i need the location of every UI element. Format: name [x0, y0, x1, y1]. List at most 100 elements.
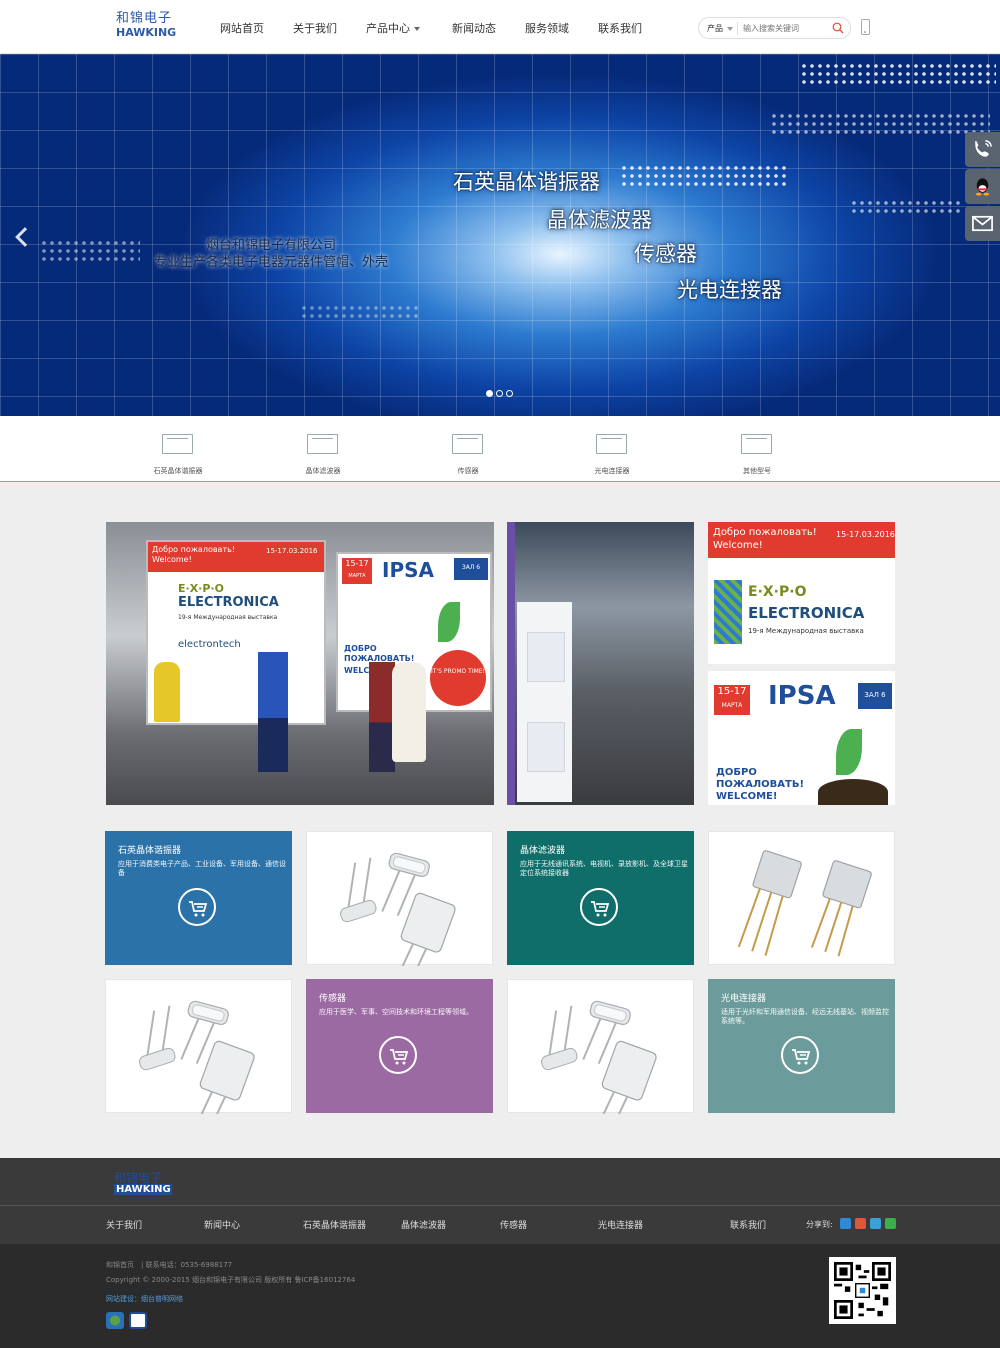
- site-header: 和锦电子 HAWKING 网站首页 关于我们 产品中心 新闻动态 服务领域 联系…: [0, 0, 1000, 54]
- chevron-down-icon: [727, 26, 733, 31]
- product-image-crystal[interactable]: [306, 831, 493, 990]
- cart-button[interactable]: [379, 1036, 417, 1074]
- product-title: 传感器: [319, 994, 347, 1004]
- footer-link-filter[interactable]: 晶体滤波器: [401, 1218, 446, 1231]
- category-connector[interactable]: 光电连接器: [567, 416, 657, 482]
- category-bar: 石英晶体谐振器 晶体滤波器 传感器 光电连接器 其他型号: [0, 416, 1000, 482]
- expo-pattern: [714, 580, 742, 644]
- product-card-connector[interactable]: 光电连接器 适用于光纤和军用通信设备、经远无线基站、视频监控系统等。: [708, 979, 895, 1113]
- cart-button[interactable]: [781, 1036, 819, 1074]
- nav-contact[interactable]: 联系我们: [598, 20, 642, 36]
- footer-builder[interactable]: 网站建设：烟台普明网络: [106, 1294, 183, 1304]
- category-sensor[interactable]: 传感器: [423, 416, 513, 482]
- nav-services[interactable]: 服务领域: [525, 20, 569, 36]
- banner-dots: [40, 239, 140, 261]
- float-qq-button[interactable]: [965, 169, 1000, 204]
- person-figure: [258, 652, 288, 772]
- category-resonator[interactable]: 石英晶体谐振器: [133, 416, 223, 482]
- search-input[interactable]: [743, 21, 823, 36]
- product-card-filter[interactable]: 晶体滤波器 应用于无线通讯系统、电视机、录放影机、及全球卫星定位系统接收器: [507, 831, 694, 965]
- nav-products-label: 产品中心: [366, 22, 410, 35]
- ipsa-ru: ДОБРО ПОЖАЛОВАТЬ!: [716, 767, 805, 790]
- product-card-sensor[interactable]: 传感器 应用于医学、军事、空间技术和环境工程等领域。: [306, 979, 493, 1113]
- nav-home[interactable]: 网站首页: [220, 20, 264, 36]
- site-logo[interactable]: 和锦电子 HAWKING: [116, 12, 176, 40]
- expo-label: E·X·P·O: [178, 582, 224, 595]
- product-card-resonator[interactable]: 石英晶体谐振器 应用于消费类电子产品、工业设备、军用设备、通信设备: [105, 831, 292, 965]
- expo-greeting: Добро пожаловать!: [152, 545, 236, 554]
- qzone-share-icon[interactable]: [840, 1218, 851, 1229]
- footer-link-news[interactable]: 新闻中心: [204, 1218, 240, 1231]
- hero-banner: 烟台和锦电子有限公司 专业生产各类电子电器元器件管帽、外壳 石英晶体谐振器 晶体…: [0, 54, 1000, 416]
- police-badge-icon[interactable]: [106, 1312, 124, 1329]
- nav-products[interactable]: 产品中心: [366, 20, 420, 36]
- qq-icon: [975, 178, 990, 196]
- expo-closeup-photo[interactable]: Добро пожаловать! Welcome! 15-17.03.2016…: [708, 522, 895, 664]
- category-other[interactable]: 其他型号: [712, 416, 802, 482]
- product-image-filter[interactable]: [708, 831, 895, 965]
- product-title: 石英晶体谐振器: [118, 846, 182, 856]
- category-icon: [741, 434, 772, 454]
- expo-photo-main[interactable]: Добро пожаловать! Welcome! 15-17.03.2016…: [106, 522, 494, 805]
- footer-contact-line: 和锦首页 | 联系电话：0535-6988177: [106, 1261, 233, 1269]
- product-title: 晶体滤波器: [520, 846, 566, 856]
- footer-link-resonator[interactable]: 石英晶体谐振器: [303, 1218, 366, 1231]
- cart-icon: [590, 901, 609, 918]
- category-icon: [162, 434, 193, 454]
- expo-hall-photo[interactable]: [507, 522, 694, 805]
- cart-button[interactable]: [178, 888, 216, 926]
- ipsa-month: МАРТА: [348, 573, 366, 579]
- float-mail-button[interactable]: [965, 206, 1000, 241]
- footer-logo[interactable]: 和锦电子 HAWKING: [114, 1172, 174, 1199]
- footer-link-about[interactable]: 关于我们: [106, 1218, 142, 1231]
- nav-about[interactable]: 关于我们: [293, 20, 337, 36]
- footer-copyright: Copyright © 2000-2015 烟台和锦电子有限公司 版权所有 鲁I…: [106, 1276, 356, 1284]
- cart-button[interactable]: [580, 888, 618, 926]
- footer-logo-en: HAWKING: [114, 1184, 172, 1195]
- float-phone-button[interactable]: [965, 132, 1000, 167]
- banner-dots: [850, 199, 960, 217]
- category-filter[interactable]: 晶体滤波器: [278, 416, 368, 482]
- footer-builder-label: 网站建设：: [106, 1295, 141, 1303]
- cart-icon: [188, 901, 207, 918]
- person-figure: [392, 662, 426, 762]
- soil: [818, 779, 888, 805]
- product-title: 光电连接器: [721, 994, 767, 1004]
- verify-badge-icon[interactable]: [129, 1312, 147, 1329]
- expo-greeting: Добро пожаловать!: [713, 527, 817, 538]
- search-category-select[interactable]: 产品: [707, 23, 733, 34]
- product-image-crystal[interactable]: [507, 979, 694, 1138]
- ipsa-promo: IT'S PROMO TIME!: [430, 650, 486, 706]
- ipsa-name: IPSA: [768, 681, 836, 711]
- mobile-icon[interactable]: [861, 19, 870, 35]
- ipsa-closeup-photo[interactable]: 15-17 МАРТА IPSA ЗАЛ 6 ДОБРО ПОЖАЛОВАТЬ! …: [708, 671, 895, 805]
- search-icon[interactable]: [832, 22, 844, 34]
- banner-slogan: 专业生产各类电子电器元器件管帽、外壳: [154, 255, 389, 270]
- footer-nav-area: 和锦电子 HAWKING 关于我们 新闻中心 石英晶体谐振器 晶体滤波器 传感器…: [0, 1158, 1000, 1244]
- product-desc: 适用于光纤和军用通信设备、经远无线基站、视频监控系统等。: [721, 1008, 889, 1025]
- cart-icon: [791, 1049, 810, 1066]
- footer-link-connector[interactable]: 光电连接器: [598, 1218, 643, 1231]
- stand-edge: [507, 522, 515, 805]
- crystal-image: [340, 851, 456, 990]
- banner-dots: [620, 164, 790, 186]
- product-image-crystal[interactable]: [105, 979, 292, 1138]
- footer-link-contact[interactable]: 联系我们: [730, 1218, 766, 1231]
- category-label: 石英晶体谐振器: [153, 467, 203, 475]
- brochure: [527, 632, 565, 682]
- category-label: 光电连接器: [594, 467, 630, 475]
- footer-link-sensor[interactable]: 传感器: [500, 1218, 527, 1231]
- tencent-share-icon[interactable]: [870, 1218, 881, 1229]
- person-figure: [154, 662, 180, 722]
- crystal-image: [541, 999, 657, 1138]
- plant-icon: [438, 602, 460, 642]
- slide-dot-3[interactable]: [506, 390, 513, 397]
- expo-welcome: Welcome!: [713, 540, 763, 551]
- ipsa-hall: ЗАЛ 6: [454, 558, 488, 580]
- nav-news[interactable]: 新闻动态: [452, 20, 496, 36]
- slide-dot-2[interactable]: [496, 390, 503, 397]
- slide-dot-1[interactable]: [486, 390, 493, 397]
- footer-divider: [0, 1205, 1000, 1206]
- wechat-share-icon[interactable]: [885, 1218, 896, 1229]
- weibo-share-icon[interactable]: [855, 1218, 866, 1229]
